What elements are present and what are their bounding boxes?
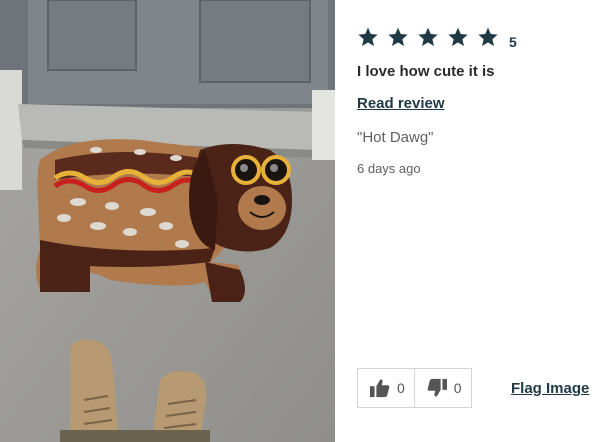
doormat-photo-illustration (0, 0, 335, 442)
vote-buttons: 0 0 (357, 368, 472, 408)
star-icon (417, 26, 439, 48)
star-rating: 5 (357, 26, 517, 50)
flag-image-link[interactable]: Flag Image (511, 380, 589, 397)
thumbs-up-icon (370, 379, 390, 398)
review-quote: "Hot Dawg" (357, 129, 434, 146)
review-age: 6 days ago (357, 161, 421, 176)
review-headline: I love how cute it is (357, 63, 495, 80)
review-photo[interactable] (0, 0, 335, 442)
thumbs-down-icon (427, 378, 447, 397)
rating-value: 5 (509, 34, 517, 50)
star-icon (447, 26, 469, 48)
helpful-vote-button[interactable]: 0 (358, 369, 414, 407)
star-icon (387, 26, 409, 48)
star-icon (477, 26, 499, 48)
star-icon (357, 26, 379, 48)
unhelpful-vote-button[interactable]: 0 (413, 369, 471, 407)
read-review-link[interactable]: Read review (357, 95, 445, 112)
unhelpful-count: 0 (453, 380, 462, 396)
helpful-count: 0 (397, 380, 405, 396)
review-panel: 5 I love how cute it is Read review "Hot… (335, 0, 616, 442)
